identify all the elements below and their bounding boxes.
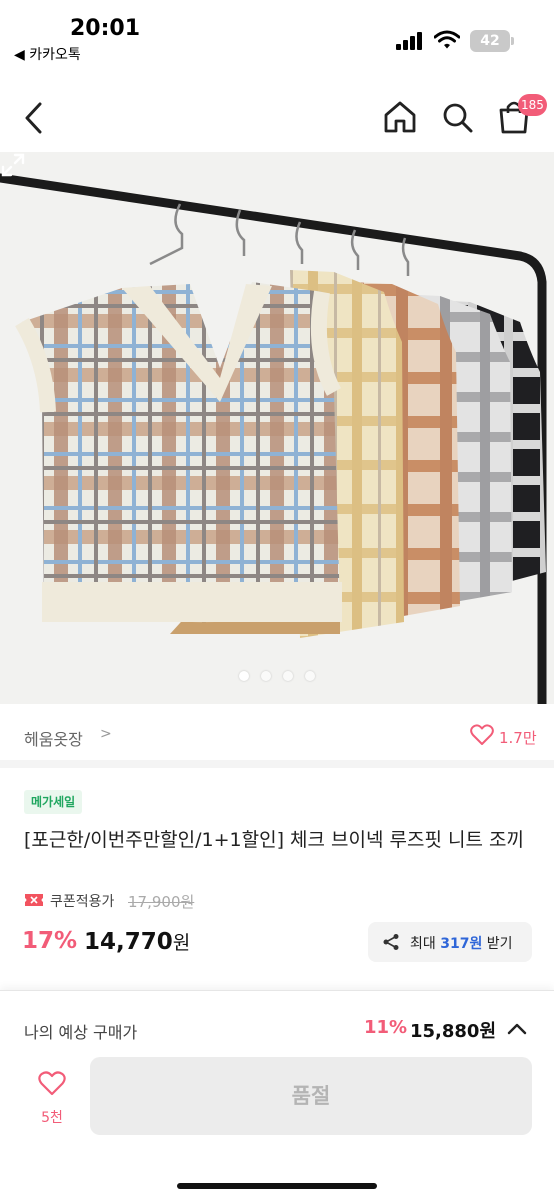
mega-sale-badge: 메가세일 (24, 790, 83, 814)
product-title: [포근한/이번주만할인/1+1할인] 체크 브이넥 루즈핏 니트 조끼 (24, 829, 524, 851)
home-icon[interactable] (382, 100, 418, 134)
sale-price: 14,770원 (84, 928, 190, 955)
purchase-bar: 나의 예상 구매가 11% 15,880원 5천 품절 (0, 990, 554, 1200)
shop-like-count: 1.7만 (499, 729, 537, 747)
product-image-carousel[interactable] (0, 152, 554, 704)
carousel-pagination (0, 666, 554, 681)
back-arrow-icon[interactable] (18, 98, 52, 138)
status-bar: 20:01 ◀ 카카오톡 42 (0, 0, 554, 70)
coupon-icon (25, 894, 43, 906)
carousel-dot[interactable] (261, 671, 271, 681)
heart-icon[interactable] (470, 724, 494, 746)
expected-price: 15,880원 (410, 1021, 497, 1042)
sale-price-amount: 14,770 (84, 929, 173, 955)
back-to-app-link[interactable]: ◀ 카카오톡 (14, 44, 81, 64)
coupon-price-label: 쿠폰적용가 (50, 894, 115, 910)
cart-count-badge: 185 (518, 94, 547, 116)
sold-out-button[interactable]: 품절 (90, 1057, 532, 1135)
expected-price-label: 나의 예상 구매가 (24, 1023, 138, 1042)
expected-discount: 11% (364, 1017, 408, 1038)
reward-points: 317원 (440, 936, 483, 952)
heart-icon (38, 1071, 66, 1096)
shop-row: 헤움옷장 > 1.7만 (0, 704, 554, 768)
carousel-dot[interactable] (239, 671, 249, 681)
discount-rate: 17% (22, 928, 78, 954)
sale-price-currency: 원 (172, 932, 191, 954)
product-photo (0, 152, 554, 704)
top-navigation: 185 (0, 88, 554, 148)
carousel-dot[interactable] (283, 671, 293, 681)
status-time: 20:01 (70, 16, 141, 41)
original-price: 17,900원 (128, 893, 195, 911)
chevron-right-icon[interactable]: > (100, 726, 112, 742)
share-reward-button[interactable]: 최대 317원 받기 (368, 922, 532, 962)
wishlist-button[interactable]: 5천 (28, 1071, 76, 1131)
battery-tip (511, 37, 514, 45)
battery-indicator: 42 (470, 30, 510, 52)
share-icon (383, 934, 399, 950)
shop-name-link[interactable]: 헤움옷장 (24, 726, 83, 750)
signal-icon (396, 32, 422, 50)
search-icon[interactable] (440, 100, 476, 136)
chevron-up-icon[interactable] (506, 1019, 528, 1039)
carousel-dot[interactable] (305, 671, 315, 681)
expand-icon[interactable] (0, 152, 26, 178)
share-reward-text: 최대 317원 받기 (410, 936, 513, 952)
home-indicator (177, 1183, 377, 1189)
wifi-icon (434, 30, 460, 49)
wishlist-count: 5천 (41, 1110, 63, 1126)
